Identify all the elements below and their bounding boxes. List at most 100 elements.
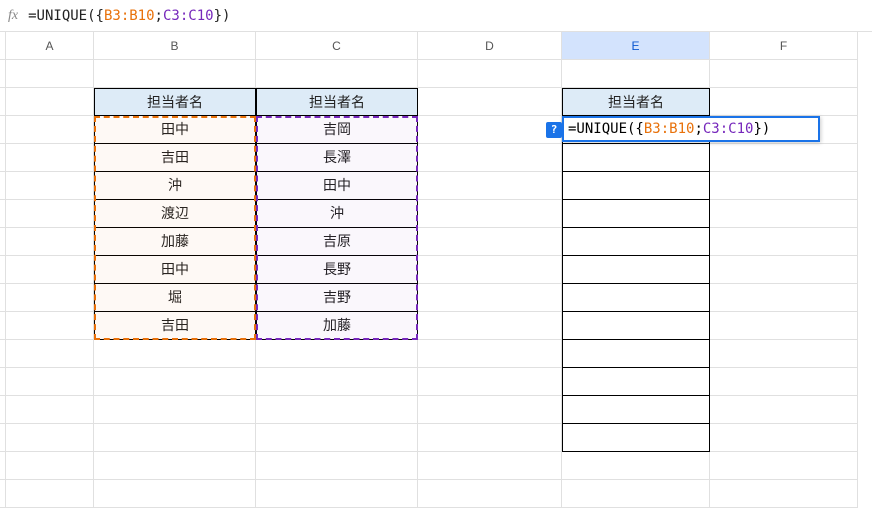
cell[interactable] (710, 312, 858, 340)
col-header-f[interactable]: F (710, 32, 858, 60)
spreadsheet-grid[interactable]: A B C D E F 担当者名 担当者名 担当者名 (0, 32, 872, 508)
col-header-e[interactable]: E (562, 32, 710, 60)
cell[interactable] (6, 200, 94, 228)
formula-bar-text[interactable]: =UNIQUE({B3:B10;C3:C10}) (28, 8, 230, 24)
cell[interactable] (6, 172, 94, 200)
header-e[interactable]: 担当者名 (562, 88, 710, 116)
cell[interactable] (710, 368, 858, 396)
cell[interactable] (256, 368, 418, 396)
cell[interactable] (6, 88, 94, 116)
cell-e10[interactable] (562, 312, 710, 340)
cell[interactable] (6, 228, 94, 256)
cell[interactable] (710, 424, 858, 452)
cell[interactable] (418, 144, 562, 172)
cell-b7[interactable]: 加藤 (94, 228, 256, 256)
header-b[interactable]: 担当者名 (94, 88, 256, 116)
formula-help-icon[interactable]: ? (546, 122, 562, 138)
cell[interactable] (710, 172, 858, 200)
cell[interactable] (6, 116, 94, 144)
cell[interactable] (418, 60, 562, 88)
cell[interactable] (94, 368, 256, 396)
col-header-b[interactable]: B (94, 32, 256, 60)
cell[interactable] (418, 452, 562, 480)
cell-c6[interactable]: 沖 (256, 200, 418, 228)
cell-e11[interactable] (562, 340, 710, 368)
cell[interactable] (562, 452, 710, 480)
cell[interactable] (710, 284, 858, 312)
cell[interactable] (418, 368, 562, 396)
cell[interactable] (562, 60, 710, 88)
cell[interactable] (710, 340, 858, 368)
cell[interactable] (6, 424, 94, 452)
cell[interactable] (418, 172, 562, 200)
cell[interactable] (418, 200, 562, 228)
cell[interactable] (418, 256, 562, 284)
editing-cell[interactable]: ? =UNIQUE({B3:B10;C3:C10}) (562, 116, 820, 142)
cell[interactable] (710, 88, 858, 116)
cell[interactable] (256, 60, 418, 88)
cell-e9[interactable] (562, 284, 710, 312)
cell[interactable] (256, 340, 418, 368)
cell[interactable] (6, 452, 94, 480)
cell-e6[interactable] (562, 200, 710, 228)
cell[interactable] (6, 144, 94, 172)
cell-c7[interactable]: 吉原 (256, 228, 418, 256)
cell[interactable] (710, 480, 858, 508)
cell-e14[interactable] (562, 424, 710, 452)
cell[interactable] (94, 424, 256, 452)
cell-c10[interactable]: 加藤 (256, 312, 418, 340)
cell-e5[interactable] (562, 172, 710, 200)
cell[interactable] (94, 480, 256, 508)
cell[interactable] (6, 284, 94, 312)
cell[interactable] (710, 256, 858, 284)
cell[interactable] (6, 60, 94, 88)
cell-e13[interactable] (562, 396, 710, 424)
cell[interactable] (418, 116, 562, 144)
cell[interactable] (710, 200, 858, 228)
cell[interactable] (710, 60, 858, 88)
cell-c9[interactable]: 吉野 (256, 284, 418, 312)
col-header-d[interactable]: D (418, 32, 562, 60)
cell-e12[interactable] (562, 368, 710, 396)
cell[interactable] (710, 452, 858, 480)
cell-b3[interactable]: 田中 (94, 116, 256, 144)
cell-b6[interactable]: 渡辺 (94, 200, 256, 228)
cell[interactable] (256, 396, 418, 424)
cell-e7[interactable] (562, 228, 710, 256)
cell[interactable] (710, 144, 858, 172)
cell[interactable] (94, 340, 256, 368)
cell[interactable] (710, 228, 858, 256)
col-header-c[interactable]: C (256, 32, 418, 60)
header-c[interactable]: 担当者名 (256, 88, 418, 116)
cell[interactable] (256, 480, 418, 508)
cell[interactable] (418, 340, 562, 368)
cell[interactable] (94, 396, 256, 424)
cell[interactable] (256, 424, 418, 452)
cell[interactable] (6, 340, 94, 368)
cell-c8[interactable]: 長野 (256, 256, 418, 284)
cell-c3[interactable]: 吉岡 (256, 116, 418, 144)
cell-b5[interactable]: 沖 (94, 172, 256, 200)
cell[interactable] (418, 480, 562, 508)
cell[interactable] (6, 396, 94, 424)
cell[interactable] (418, 424, 562, 452)
cell[interactable] (418, 396, 562, 424)
cell[interactable] (710, 396, 858, 424)
cell[interactable] (418, 284, 562, 312)
cell-b9[interactable]: 堀 (94, 284, 256, 312)
cell[interactable] (562, 480, 710, 508)
cell-e8[interactable] (562, 256, 710, 284)
formula-bar[interactable]: fx =UNIQUE({B3:B10;C3:C10}) (0, 0, 872, 32)
cell[interactable] (94, 60, 256, 88)
cell[interactable] (418, 312, 562, 340)
cell-b8[interactable]: 田中 (94, 256, 256, 284)
cell[interactable] (6, 368, 94, 396)
cell[interactable] (6, 480, 94, 508)
cell-e4[interactable] (562, 144, 710, 172)
cell[interactable] (418, 88, 562, 116)
cell[interactable] (256, 452, 418, 480)
cell[interactable] (6, 312, 94, 340)
col-header-a[interactable]: A (6, 32, 94, 60)
cell-b4[interactable]: 吉田 (94, 144, 256, 172)
cell-c5[interactable]: 田中 (256, 172, 418, 200)
